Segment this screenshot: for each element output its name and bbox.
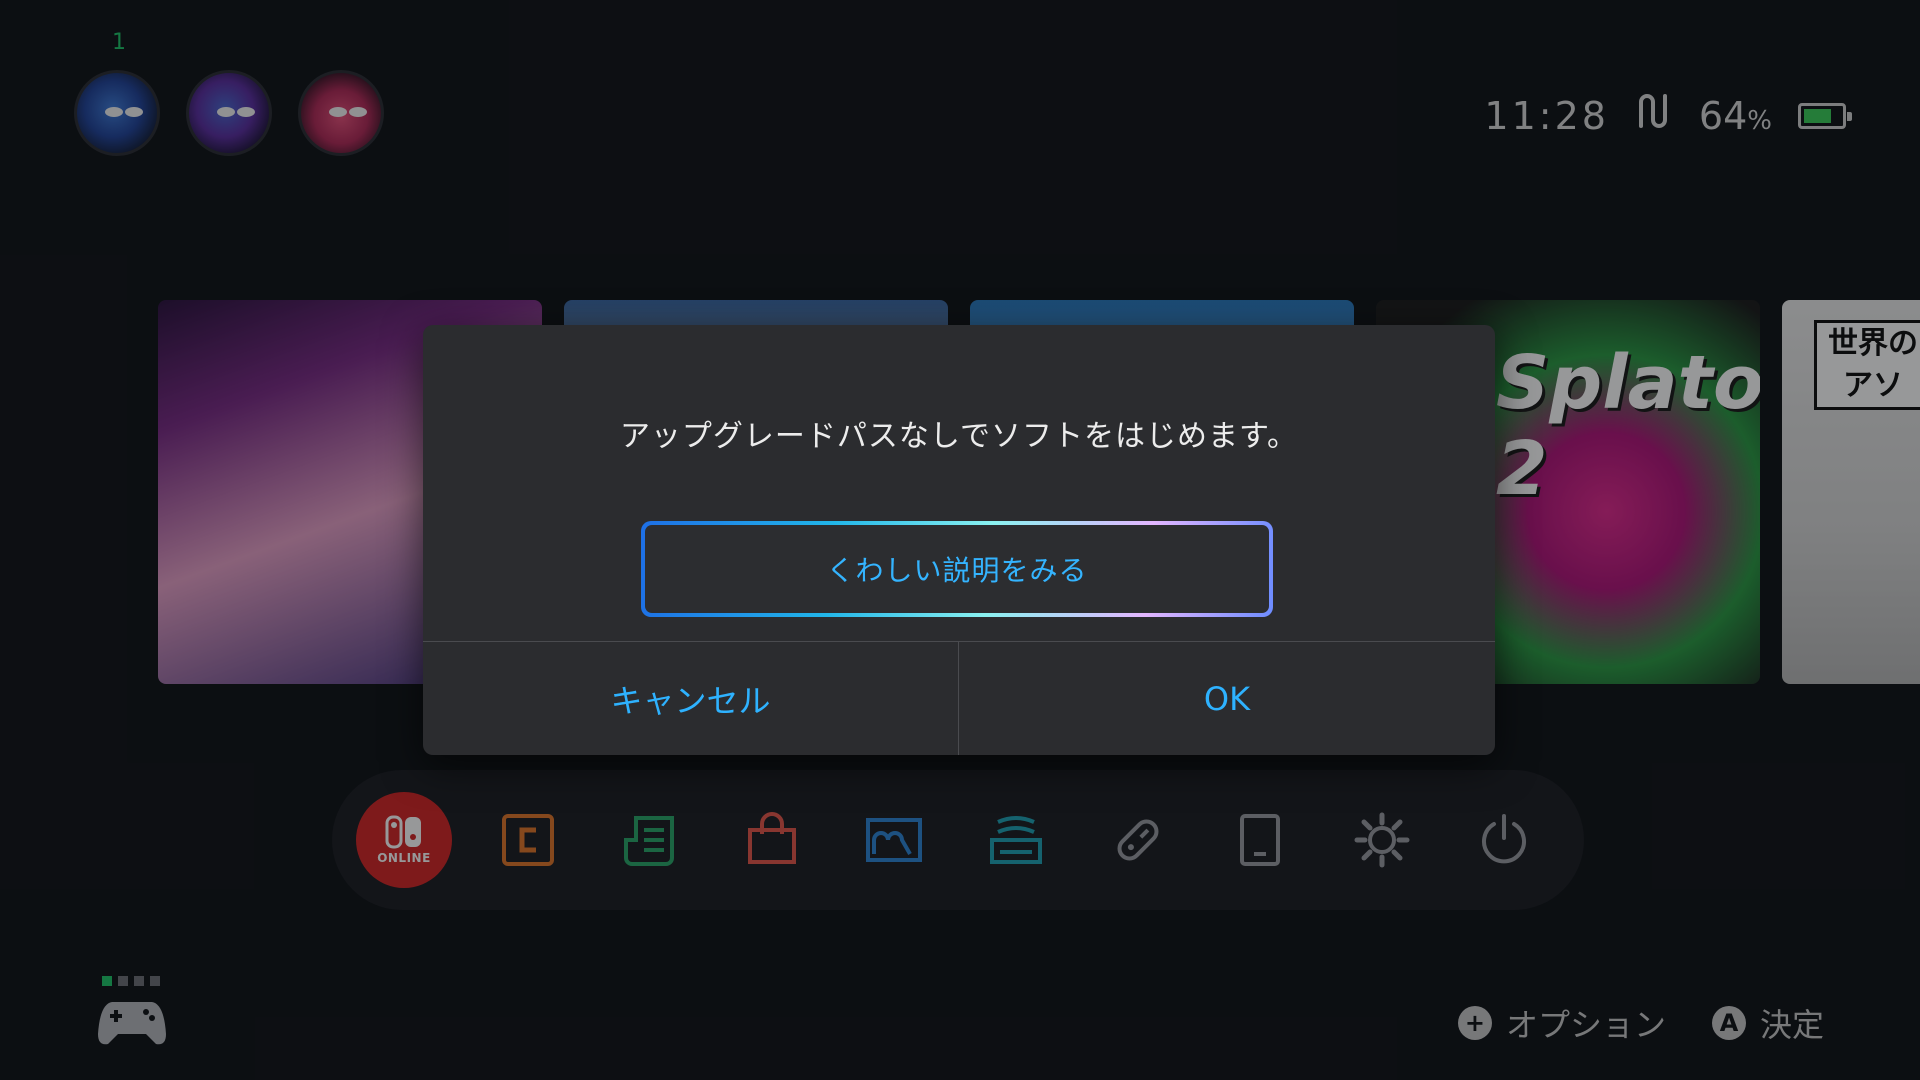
- cancel-button[interactable]: キャンセル: [423, 642, 958, 755]
- ok-button[interactable]: OK: [959, 642, 1495, 755]
- detail-button[interactable]: くわしい説明をみる: [641, 521, 1273, 617]
- upgrade-pass-dialog: アップグレードパスなしでソフトをはじめます。 くわしい説明をみる キャンセル O…: [423, 325, 1495, 755]
- dialog-message: アップグレードパスなしでソフトをはじめます。: [619, 419, 1299, 454]
- detail-button-label: くわしい説明をみる: [645, 525, 1269, 613]
